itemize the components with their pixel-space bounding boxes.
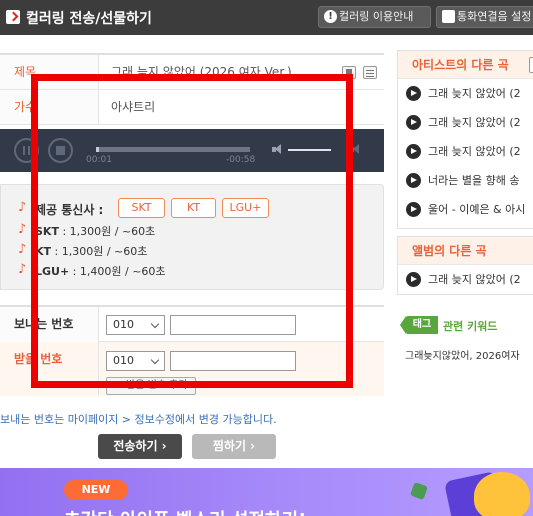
song-title: 그래 늦지 않았어 (2 <box>428 145 521 158</box>
new-badge: NEW <box>64 480 128 500</box>
album-song-list: 그래 늦지 않았어 (2 <box>398 265 533 294</box>
song-item[interactable]: 그래 늦지 않았어 (2 <box>398 108 533 137</box>
help-guide-button[interactable]: ! 컬러링 이용안내 <box>318 6 431 28</box>
play-icon[interactable] <box>406 115 421 130</box>
song-title: 너라는 별을 향해 송 <box>428 174 520 187</box>
decoration-icon <box>410 482 428 500</box>
artist-songs-box: 아티스트의 다른 곡 그래 늦지 않았어 (2 그래 늦지 않았어 (2 그래 … <box>397 50 533 229</box>
zzim-button[interactable]: 찜하기 › <box>192 434 276 459</box>
keyword-list[interactable]: 그래늦지않았어, 2026여자 <box>405 347 520 362</box>
page-title: 컬러링 전송/선물하기 <box>26 11 152 27</box>
play-icon[interactable] <box>406 86 421 101</box>
send-button[interactable]: 전송하기 › <box>98 434 182 459</box>
call-tone-setting-button[interactable]: 통화연결음 설정 <box>436 6 533 28</box>
help-guide-label: 컬러링 이용안내 <box>339 10 414 23</box>
artist-song-list: 그래 늦지 않았어 (2 그래 늦지 않았어 (2 그래 늦지 않았어 (2 너… <box>398 79 533 224</box>
bell-illustration <box>474 472 530 516</box>
song-title: 그래 늦지 않았어 (2 <box>428 273 521 286</box>
more-icon[interactable] <box>529 57 533 73</box>
play-icon[interactable] <box>406 272 421 287</box>
call-tone-setting-label: 통화연결음 설정 <box>457 10 532 23</box>
music-note-icon: ♪ <box>18 262 27 277</box>
artist-songs-title: 아티스트의 다른 곡 <box>398 51 533 79</box>
info-text: 보내는 번호는 마이페이지 > 정보수정에서 변경 가능합니다. <box>0 413 277 426</box>
song-title: 그래 늦지 않았어 (2 <box>428 87 521 100</box>
exclamation-icon: ! <box>324 10 337 23</box>
related-keywords-title: 관련 키워드 <box>443 320 498 333</box>
play-icon[interactable] <box>406 202 421 217</box>
lyrics-icon[interactable] <box>363 66 377 79</box>
song-item[interactable]: 그래 늦지 않았어 (2 <box>398 265 533 294</box>
song-item[interactable]: 너라는 별을 향해 송 <box>398 166 533 195</box>
album-songs-box: 앨범의 다른 곡 그래 늦지 않았어 (2 <box>397 236 533 295</box>
top-bar: 컬러링 전송/선물하기 ! 컬러링 이용안내 통화연결음 설정 <box>0 0 533 35</box>
page-root: 컬러링 전송/선물하기 ! 컬러링 이용안내 통화연결음 설정 제목 그래 늦지… <box>0 0 533 516</box>
highlight-box <box>31 74 353 388</box>
play-icon[interactable] <box>406 144 421 159</box>
song-title: 울어 - 이예은 & 아시 <box>428 203 526 216</box>
song-title: 그래 늦지 않았어 (2 <box>428 116 521 129</box>
song-item[interactable]: 그래 늦지 않았어 (2 <box>398 79 533 108</box>
song-item[interactable]: 울어 - 이예은 & 아시 <box>398 195 533 224</box>
chat-icon <box>442 10 455 23</box>
tag-badge: 태그 <box>400 316 438 334</box>
album-songs-title: 앨범의 다른 곡 <box>398 237 533 265</box>
song-item[interactable]: 그래 늦지 않았어 (2 <box>398 137 533 166</box>
music-note-icon: ♪ <box>18 200 27 215</box>
promo-banner[interactable]: NEW 초간단 아이폰 벨소리 설정하기! <box>0 468 533 516</box>
chevron-right-icon <box>6 10 20 24</box>
music-note-icon: ♪ <box>18 242 27 257</box>
play-icon[interactable] <box>406 173 421 188</box>
music-note-icon: ♪ <box>18 222 27 237</box>
banner-text: 초간단 아이폰 벨소리 설정하기! <box>64 506 306 516</box>
